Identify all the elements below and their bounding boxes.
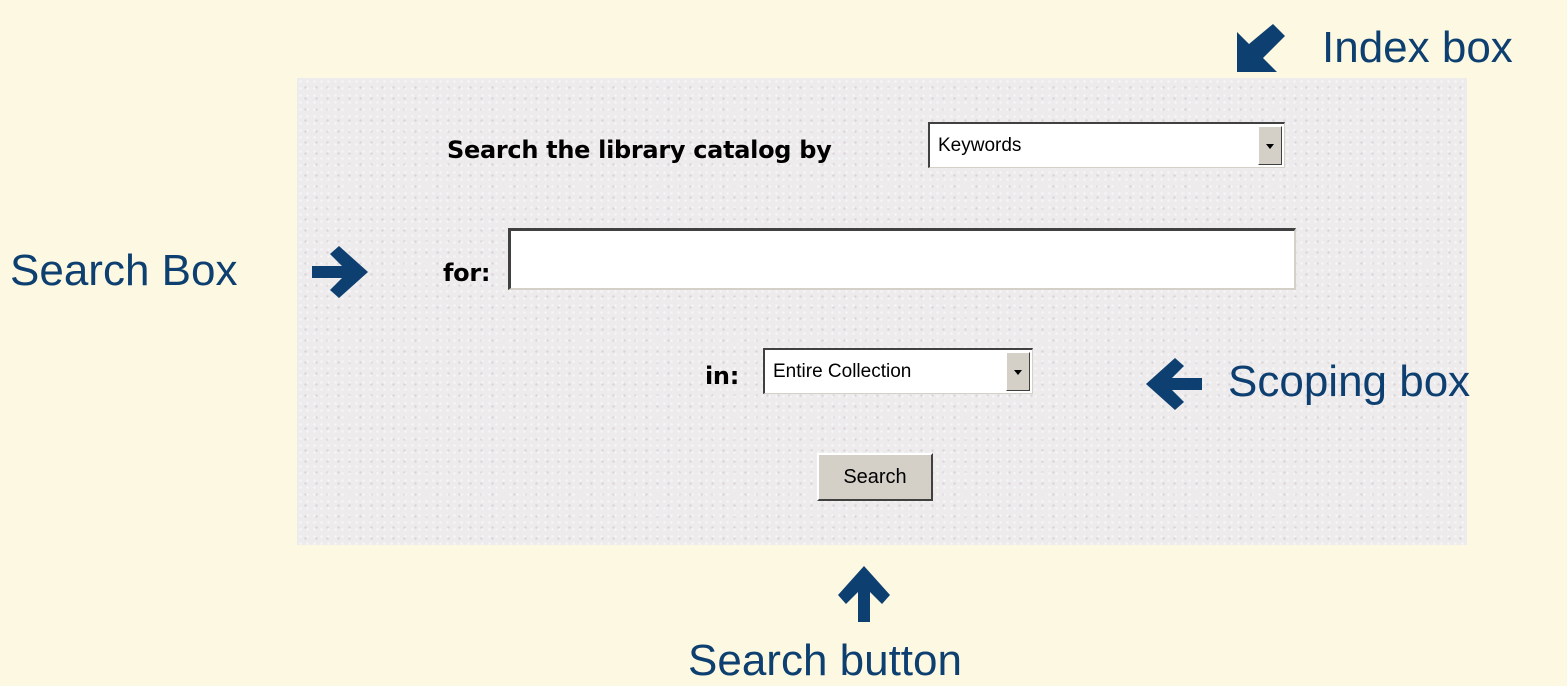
scope-label: in:	[705, 362, 740, 390]
index-dropdown-button[interactable]	[1258, 126, 1282, 165]
scoping-box-annotation: Scoping box	[1228, 357, 1471, 406]
scope-select-value: Entire Collection	[773, 360, 912, 382]
chevron-down-icon	[1266, 143, 1274, 149]
arrow-down-left-icon	[1237, 24, 1285, 72]
search-button[interactable]: Search	[817, 453, 933, 501]
search-label: for:	[443, 259, 491, 287]
arrow-left-icon	[1146, 358, 1202, 410]
index-select[interactable]: Keywords	[928, 122, 1285, 168]
chevron-down-icon	[1014, 369, 1022, 375]
search-input[interactable]	[508, 228, 1296, 290]
index-label: Search the library catalog by	[447, 136, 832, 164]
search-button-annotation: Search button	[688, 636, 962, 685]
scope-select[interactable]: Entire Collection	[763, 348, 1033, 394]
index-box-annotation: Index box	[1322, 23, 1513, 72]
arrow-right-icon	[312, 246, 368, 298]
index-select-value: Keywords	[938, 134, 1022, 156]
arrow-up-icon	[838, 566, 890, 622]
scope-dropdown-button[interactable]	[1006, 352, 1030, 391]
search-box-annotation: Search Box	[10, 246, 238, 295]
